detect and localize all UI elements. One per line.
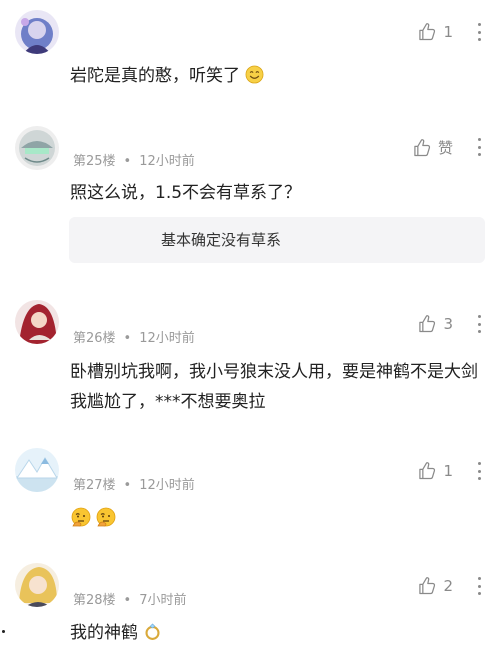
like-count: 3 <box>443 315 453 333</box>
comment-text <box>70 505 481 534</box>
like-button[interactable]: 3 <box>417 314 453 334</box>
like-button[interactable]: 2 <box>417 576 453 596</box>
timestamp: 7小时前 <box>139 593 187 608</box>
reply-box[interactable]: 基本确定没有草系 <box>69 217 485 263</box>
thumbs-up-icon <box>417 22 437 42</box>
avatar[interactable] <box>15 300 59 344</box>
comment-meta: 第28楼 • 7小时前 <box>73 589 187 608</box>
comment-text: 岩陀是真的憨，听笑了 <box>70 62 481 91</box>
comment-text: 照这么说，1.5不会有草系了？ <box>70 183 302 203</box>
floor-number: 第25楼 <box>73 154 116 169</box>
avatar[interactable] <box>15 448 59 492</box>
smile-emoji-icon <box>245 65 264 84</box>
like-count: 1 <box>443 462 453 480</box>
thinking-emoji-icon <box>95 507 117 529</box>
stray-dot <box>2 630 5 633</box>
timestamp: 12小时前 <box>139 154 195 169</box>
thinking-emoji-icon <box>70 507 92 529</box>
more-options-icon[interactable] <box>478 315 482 333</box>
comment-meta: 第27楼 • 12小时前 <box>73 474 195 493</box>
floor-number: 第26楼 <box>73 331 116 346</box>
separator-dot: • <box>123 331 132 346</box>
comment-meta: 第26楼 • 12小时前 <box>73 327 195 346</box>
more-options-icon[interactable] <box>478 138 482 156</box>
like-button[interactable]: 赞 <box>412 137 453 158</box>
floor-number: 第28楼 <box>73 593 116 608</box>
like-label: 赞 <box>437 139 453 157</box>
separator-dot: • <box>123 593 132 608</box>
more-options-icon[interactable] <box>478 577 482 595</box>
avatar[interactable] <box>15 563 59 607</box>
timestamp: 12小时前 <box>139 331 195 346</box>
avatar[interactable] <box>15 10 59 54</box>
comment-text: 卧槽别坑我啊，我小号狼末没人用，要是神鹤不是大剑我尴尬了，***不想要奥拉 <box>70 362 478 412</box>
like-count: 2 <box>443 577 453 595</box>
timestamp: 12小时前 <box>139 478 195 493</box>
like-count: 1 <box>443 23 453 41</box>
thumbs-up-icon <box>417 314 437 334</box>
comment-text: 我的神鹤 <box>70 619 481 648</box>
thumbs-up-icon <box>417 461 437 481</box>
like-button[interactable]: 1 <box>417 461 453 481</box>
more-options-icon[interactable] <box>478 462 482 480</box>
more-options-icon[interactable] <box>478 23 482 41</box>
like-button[interactable]: 1 <box>417 22 453 42</box>
thumbs-up-icon <box>417 576 437 596</box>
thumbs-up-icon <box>412 138 432 158</box>
reply-text: 基本确定没有草系 <box>161 231 282 249</box>
floor-number: 第27楼 <box>73 478 116 493</box>
ring-emoji-icon <box>143 622 162 641</box>
avatar[interactable] <box>15 126 59 170</box>
separator-dot: • <box>123 478 132 493</box>
comment-meta: 第25楼 • 12小时前 <box>73 150 195 169</box>
separator-dot: • <box>123 154 132 169</box>
